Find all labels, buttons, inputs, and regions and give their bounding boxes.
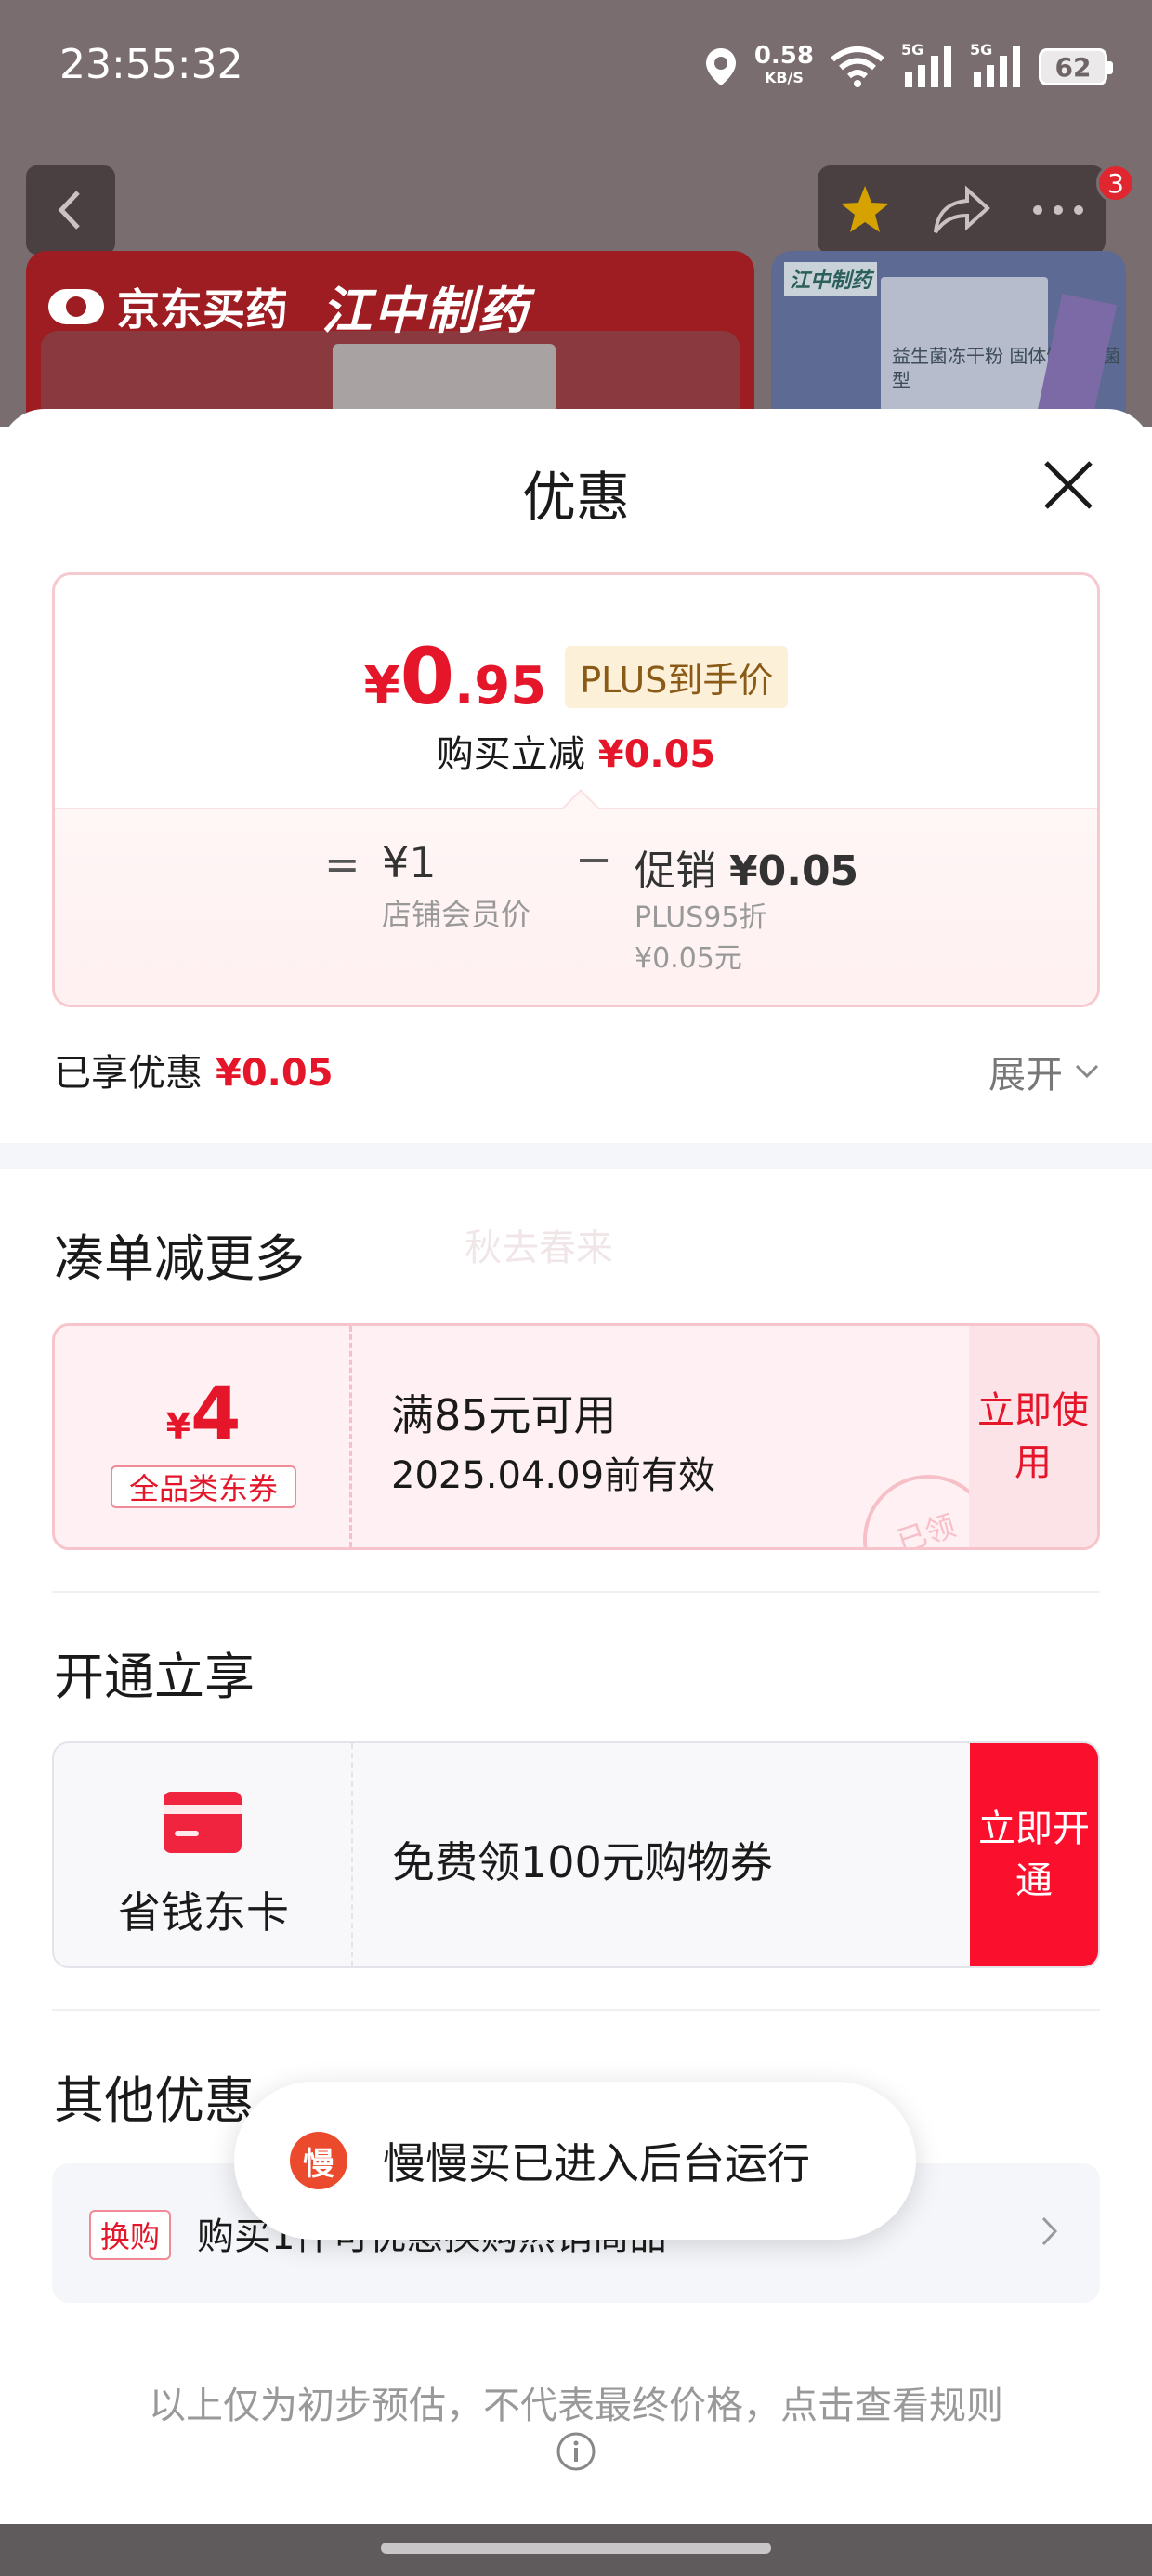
- info-icon[interactable]: [556, 2431, 596, 2472]
- toast-message: 慢慢买已进入后台运行: [383, 2138, 810, 2188]
- coupon-value-area: ¥4 全品类东券: [55, 1326, 352, 1547]
- chevron-right-icon: [1041, 2216, 1058, 2246]
- instant-reduction: 购买立减 ¥0.05: [436, 733, 716, 776]
- back-button[interactable]: [26, 165, 115, 255]
- coupon-amount: ¥4: [165, 1373, 242, 1456]
- expand-button[interactable]: 展开: [988, 1045, 1100, 1098]
- section-divider: [0, 1143, 1152, 1169]
- coupon-condition: 满85元可用: [391, 1390, 617, 1440]
- final-price: ¥0.95: [363, 631, 547, 722]
- wifi-icon: [831, 46, 884, 87]
- promo-detail-2: ¥0.05元: [635, 942, 742, 975]
- discount-sheet: 优惠 ¥0.95 PLUS到手价 购买立减¥0.05 = ¥1 店铺会员价 −: [0, 409, 1152, 2576]
- location-icon: [705, 48, 736, 85]
- open-membership-button[interactable]: 立即开通: [970, 1743, 1098, 1966]
- equals-sign: =: [324, 839, 360, 889]
- enjoyed-discount: 已享优惠 ¥0.05: [54, 1052, 334, 1095]
- base-price-label: 店铺会员价: [382, 897, 531, 932]
- chevron-left-icon: [58, 191, 80, 230]
- jd-logo-icon: [48, 288, 104, 324]
- promo-amount: 促销 ¥0.05: [635, 848, 859, 895]
- membership-offer: 免费领100元购物券: [392, 1837, 773, 1887]
- close-icon[interactable]: [1039, 455, 1098, 515]
- product-thumbnail[interactable]: 江中制药 益生菌冻干粉 固体饮料活菌型: [771, 251, 1126, 427]
- divider-line: [52, 1591, 1100, 1593]
- membership-card-name: 省钱东卡: [118, 1887, 289, 1938]
- more-icon[interactable]: [1030, 201, 1086, 219]
- share-icon[interactable]: [932, 184, 991, 236]
- coupon-card: ¥4 全品类东券 满85元可用 2025.04.09前有效 已领 立即使用: [52, 1323, 1100, 1550]
- divider-line: [52, 2009, 1100, 2011]
- price-calculation: = ¥1 店铺会员价 − 促销 ¥0.05 PLUS95折 ¥0.05元: [55, 789, 1097, 1005]
- banner-brand: 京东买药 江中制药: [48, 269, 530, 343]
- top-action-group: [818, 165, 1106, 255]
- signal-icon-2: 5G: [970, 41, 1022, 89]
- chevron-down-icon: [1075, 1064, 1099, 1079]
- coupon-validity: 2025.04.09前有效: [391, 1454, 716, 1497]
- disclaimer-text[interactable]: 以上仅为初步预估，不代表最终价格，点击查看规则: [0, 2375, 1152, 2429]
- app-icon: 慢: [290, 2132, 347, 2189]
- plus-price-tag: PLUS到手价: [565, 645, 789, 708]
- product-banner[interactable]: 京东买药 江中制药: [26, 251, 754, 427]
- banner-partner: 江中制药: [321, 282, 530, 340]
- base-price: ¥1: [382, 837, 437, 887]
- battery-icon: 62: [1039, 48, 1113, 85]
- card-icon: [164, 1792, 242, 1853]
- membership-card: 省钱东卡 免费领100元购物券 立即开通: [52, 1741, 1100, 1968]
- exchange-tag: 换购: [89, 2210, 172, 2260]
- minus-sign: −: [575, 834, 613, 886]
- use-coupon-button[interactable]: 立即使用: [969, 1326, 1097, 1547]
- coupon-type-tag: 全品类东券: [111, 1465, 296, 1508]
- base-price-block: ¥1 店铺会员价: [382, 837, 530, 934]
- signal-icon-1: 5G: [901, 41, 953, 89]
- final-price-line: ¥0.95 PLUS到手价: [55, 631, 1097, 722]
- status-icons: 0.58 KB/S 5G 5G 62: [704, 41, 1113, 93]
- background-run-toast: 慢 慢慢买已进入后台运行: [234, 2082, 916, 2240]
- watermark-text: 秋去春来: [465, 1227, 613, 1269]
- background-product-page: 23:55:32 0.58 KB/S 5G 5G 62 3 京东买药 江中制药 …: [0, 0, 1152, 427]
- membership-card-info: 省钱东卡: [54, 1743, 353, 1966]
- promo-block: 促销 ¥0.05 PLUS95折 ¥0.05元: [635, 837, 858, 979]
- notification-badge: 3: [1096, 164, 1135, 203]
- price-breakdown-card: ¥0.95 PLUS到手价 购买立减 ¥0.05 = ¥1 店铺会员价 − 促销 …: [52, 572, 1100, 1007]
- section-title-membership: 开通立享: [54, 1648, 255, 1706]
- price-summary: ¥0.95 PLUS到手价 购买立减 ¥0.05: [55, 575, 1097, 808]
- star-icon[interactable]: [837, 182, 893, 238]
- promo-detail-1: PLUS95折: [635, 901, 767, 934]
- net-speed: 0.58 KB/S: [753, 42, 814, 86]
- status-time: 23:55:32: [59, 41, 243, 88]
- section-title-bundle: 凑单减更多: [54, 1229, 305, 1288]
- sheet-title: 优惠: [521, 466, 630, 529]
- thumbnail-brand-tag: 江中制药: [784, 262, 878, 296]
- section-title-other: 其他优惠: [54, 2071, 255, 2130]
- gesture-bar-area: [0, 2524, 1152, 2576]
- home-indicator[interactable]: [381, 2543, 771, 2554]
- status-bar: 23:55:32 0.58 KB/S 5G 5G 62: [0, 0, 1152, 139]
